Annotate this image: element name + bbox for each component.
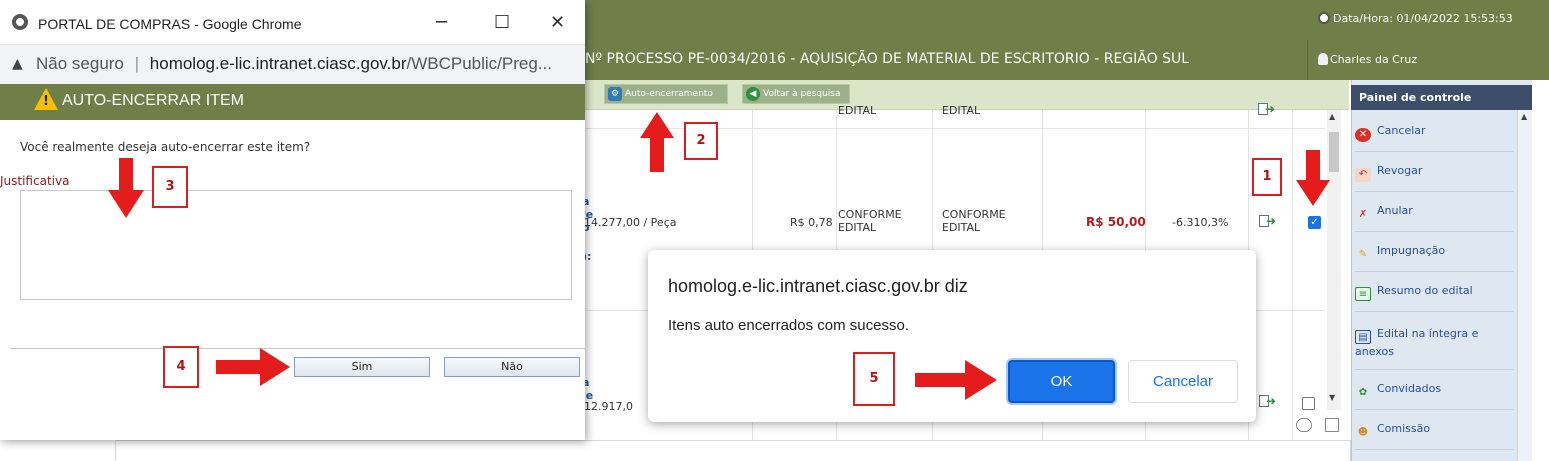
yes-button[interactable]: Sim bbox=[294, 357, 430, 377]
panel-item-revogar[interactable]: ↶ Revogar bbox=[1355, 152, 1513, 192]
panel-item-convidados[interactable]: ✿ Convidados bbox=[1355, 370, 1513, 410]
datetime-label: Data/Hora: 01/04/2022 15:53:53 bbox=[1318, 12, 1513, 25]
annotation-arrow-up-2 bbox=[640, 112, 674, 172]
header-divider bbox=[1307, 40, 1308, 80]
annotation-arrow-down-3 bbox=[108, 158, 144, 218]
dialog-divider bbox=[10, 348, 585, 349]
annotation-arrow-right-4 bbox=[216, 348, 290, 386]
cancel-icon: ✕ bbox=[1355, 128, 1371, 142]
no-button[interactable]: Não bbox=[444, 357, 580, 377]
cancel-button[interactable]: Cancelar bbox=[1128, 360, 1238, 403]
annotation-3: 3 bbox=[152, 166, 188, 208]
chrome-logo-icon bbox=[12, 14, 28, 30]
justification-field[interactable] bbox=[20, 190, 572, 300]
pencil-icon: ✎ bbox=[1358, 249, 1368, 260]
annotation-1: 1 bbox=[1252, 158, 1282, 196]
row0-brand: EDITAL bbox=[838, 104, 877, 117]
chat-icon[interactable] bbox=[1296, 418, 1312, 432]
alert-host: homolog.e-lic.intranet.ciasc.gov.br diz bbox=[668, 276, 968, 296]
group-icon: ✿ bbox=[1358, 387, 1368, 398]
revoke-icon: ↶ bbox=[1355, 168, 1371, 182]
row2-checkbox[interactable] bbox=[1302, 397, 1315, 410]
row1-quantity: 14.277,00 / Peça bbox=[584, 216, 677, 229]
maximize-icon[interactable]: ☐ bbox=[494, 12, 510, 33]
annul-icon: ✗ bbox=[1358, 209, 1368, 220]
user-icon bbox=[1318, 53, 1328, 65]
auto-close-icon: ⚙ bbox=[608, 87, 622, 101]
back-to-search-button[interactable]: ◀ Voltar à pesquisa bbox=[742, 84, 850, 104]
back-icon: ◀ bbox=[746, 87, 760, 101]
not-secure-label: Não seguro bbox=[36, 54, 124, 73]
row0-bid-icon[interactable]: ➜ bbox=[1258, 102, 1275, 116]
row2-bid-icon[interactable]: ➜ bbox=[1259, 394, 1276, 408]
address-text[interactable]: Não seguro | homolog.e-lic.intranet.cias… bbox=[36, 54, 552, 74]
alert-message: Itens auto encerrados com sucesso. bbox=[668, 317, 909, 334]
url-host: homolog.e-lic.intranet.ciasc.gov.br bbox=[149, 54, 407, 73]
annotation-2: 2 bbox=[684, 122, 718, 160]
row1-percent: -6.310,3% bbox=[1172, 216, 1229, 229]
window-icon[interactable] bbox=[1325, 418, 1339, 432]
control-panel-title: Painel de controle bbox=[1351, 85, 1532, 110]
panel-item-anular[interactable]: ✗ Anular bbox=[1355, 192, 1513, 232]
url-path: /WBCPublic/Preg... bbox=[406, 54, 552, 73]
panel-item-impugnacao[interactable]: ✎ Impugnação bbox=[1355, 232, 1513, 272]
row1-price: R$ 0,78 bbox=[790, 216, 833, 229]
row1-bid-icon[interactable]: ➜ bbox=[1259, 214, 1276, 228]
warning-mark: ! bbox=[43, 94, 49, 109]
annotation-arrow-down-1 bbox=[1296, 150, 1330, 206]
row1-value: R$ 50,00 bbox=[1086, 215, 1146, 229]
not-secure-icon[interactable]: ▲ bbox=[12, 56, 23, 72]
panel-item-comissao[interactable]: ☻ Comissão bbox=[1355, 410, 1513, 450]
justification-label: Justificativa bbox=[0, 174, 70, 188]
scroll-down-icon[interactable]: ▼ bbox=[1329, 393, 1335, 402]
dialog-title: AUTO-ENCERRAR ITEM bbox=[62, 92, 244, 109]
process-title: Nº PROCESSO PE-0034/2016 - AQUISIÇÃO DE … bbox=[585, 51, 1190, 67]
popup-window-title: PORTAL DE COMPRAS - Google Chrome bbox=[38, 16, 302, 32]
row1-checkbox[interactable]: ✓ bbox=[1308, 216, 1321, 229]
scroll-up-icon[interactable]: ▲ bbox=[1329, 112, 1335, 121]
panel-item-edital[interactable]: ▤ Edital na íntegra e anexos bbox=[1355, 312, 1513, 370]
panel-item-resumo[interactable]: ≡ Resumo do edital bbox=[1355, 272, 1513, 312]
ok-button[interactable]: OK bbox=[1008, 360, 1115, 403]
panel-item-cancelar[interactable]: ✕ Cancelar bbox=[1355, 118, 1513, 152]
address-divider: | bbox=[134, 54, 140, 73]
minimize-icon[interactable]: ─ bbox=[436, 12, 447, 33]
user-name[interactable]: Charles da Cruz bbox=[1318, 53, 1417, 66]
clock-icon bbox=[1318, 12, 1330, 24]
panel-scroll-up-icon[interactable]: ▲ bbox=[1521, 112, 1527, 121]
attachment-icon: ▤ bbox=[1355, 330, 1371, 344]
row1-brand: CONFORME EDITAL bbox=[838, 208, 902, 234]
panel-scrollbar[interactable]: ▲ bbox=[1517, 110, 1532, 461]
document-icon: ≡ bbox=[1355, 287, 1371, 301]
row2-quantity: 12.917,0 bbox=[584, 400, 633, 413]
row1-model: CONFORME EDITAL bbox=[942, 208, 1006, 234]
close-icon[interactable]: ✕ bbox=[550, 12, 565, 33]
scroll-thumb[interactable] bbox=[1329, 132, 1339, 172]
auto-close-button[interactable]: ⚙ Auto-encerramento bbox=[604, 84, 728, 104]
confirm-question: Você realmente deseja auto-encerrar este… bbox=[20, 140, 311, 154]
users-icon: ☻ bbox=[1357, 427, 1369, 438]
bottom-frame bbox=[115, 440, 1351, 461]
annotation-4: 4 bbox=[163, 346, 199, 388]
annotation-5: 5 bbox=[853, 352, 895, 406]
annotation-arrow-right-5 bbox=[915, 360, 997, 400]
row0-model: EDITAL bbox=[942, 104, 981, 117]
